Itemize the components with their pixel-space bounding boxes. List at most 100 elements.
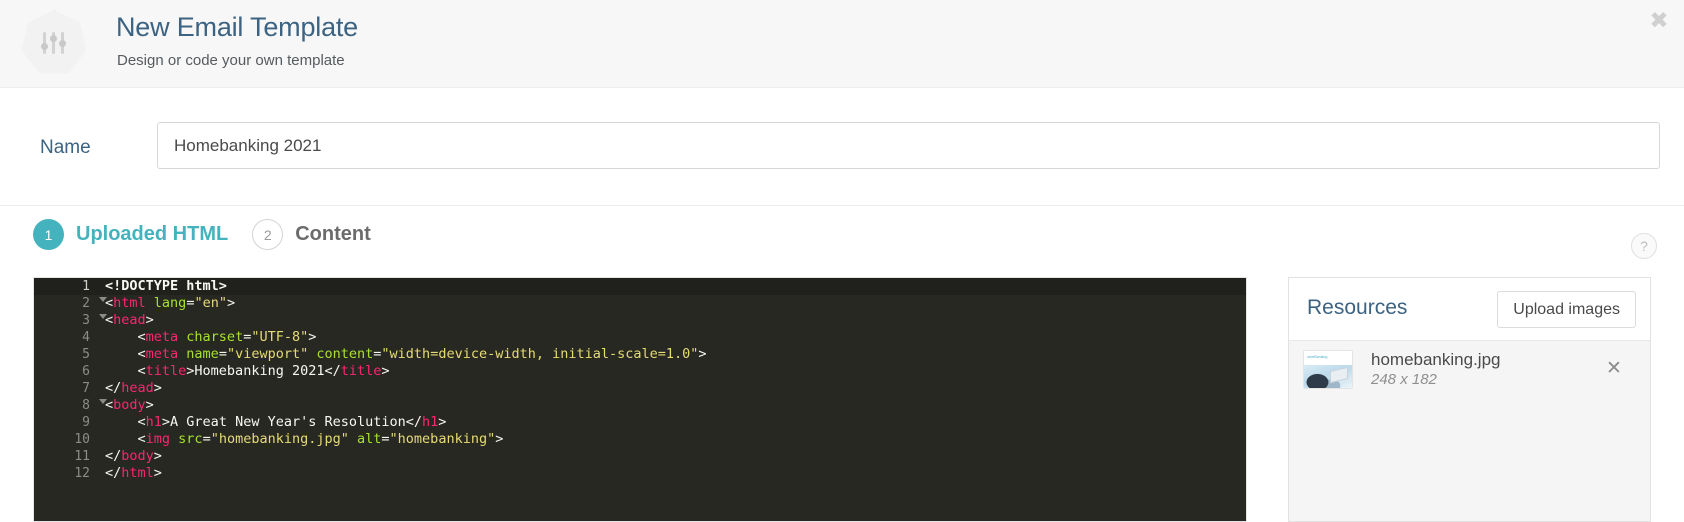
code-line[interactable]: 6 <title>Homebanking 2021</title> [34,363,1246,380]
tab-content[interactable]: 2 Content [252,219,371,250]
code-token: img [145,431,171,447]
code-token: head [113,312,146,328]
code-token: > [145,397,154,413]
code-token: meta [145,346,179,362]
resources-title: Resources [1307,296,1408,319]
code-token: > [438,414,447,430]
help-icon[interactable]: ? [1631,233,1657,259]
code-token: > [381,363,390,379]
line-number: 12 [74,466,90,481]
resources-panel: Resources Upload images omeBanking homeba… [1288,277,1651,522]
code-token: < [105,431,146,447]
code-token: = [381,431,390,447]
code-token: "en" [194,295,227,311]
step-label-1: Uploaded HTML [76,223,229,245]
html-code-editor[interactable]: 1 <!DOCTYPE html> 2 <html lang="en"> 3 <head>… [33,277,1247,522]
line-number: 9 [82,415,90,430]
code-token: > [698,346,707,362]
fold-arrow-icon[interactable] [99,399,107,404]
code-token: < [105,414,146,430]
code-token: "viewport" [226,346,309,362]
code-text: <head> [105,312,154,329]
code-token: > [226,295,236,311]
code-token: html [113,295,146,311]
code-token: html [121,465,154,481]
steps-bar: 1 Uploaded HTML 2 Content ? [0,207,1684,272]
close-icon[interactable]: ✖ [1646,7,1672,33]
tab-uploaded-html[interactable]: 1 Uploaded HTML [33,219,228,250]
code-line[interactable]: 11 </body> [34,448,1246,465]
code-text: <img src="homebanking.jpg" alt="homebank… [105,431,504,448]
code-line[interactable]: 3 <head> [34,312,1246,329]
code-line[interactable]: 10 <img src="homebanking.jpg" alt="homeb… [34,431,1246,448]
template-name-input[interactable] [157,122,1660,169]
code-token: < [105,329,146,345]
remove-resource-icon[interactable]: ✕ [1604,359,1624,379]
code-text: </body> [105,448,162,465]
code-token: charset [186,329,244,345]
code-token: "homebanking" [389,431,496,447]
name-row: Name [0,88,1684,206]
line-number: 7 [82,381,90,396]
code-line[interactable]: 7 </head> [34,380,1246,397]
code-token: </ [105,465,122,481]
code-text: <meta charset="UTF-8"> [105,329,317,346]
resource-filename: homebanking.jpg [1371,350,1501,369]
resource-list-item[interactable]: omeBanking homebanking.jpg 248 x 182 ✕ [1289,341,1650,398]
code-token: title [145,363,187,379]
fold-arrow-icon[interactable] [99,314,107,319]
code-token: alt [357,431,382,447]
code-token: h1 [145,414,162,430]
code-line[interactable]: 12 </html> [34,465,1246,482]
code-token: > [153,380,162,396]
fold-arrow-icon[interactable] [99,297,107,302]
code-token: head [121,380,154,396]
code-token: A Great New Year's Resolution [170,414,406,430]
code-token: "UTF-8" [251,329,309,345]
code-line[interactable]: 8 <body> [34,397,1246,414]
code-line[interactable]: 5 <meta name="viewport" content="width=d… [34,346,1246,363]
code-text: <h1>A Great New Year's Resolution</h1> [105,414,447,431]
code-text: <title>Homebanking 2021</title> [105,363,390,380]
code-token: > [161,414,171,430]
code-token: h1 [422,414,439,430]
code-token: > [308,329,317,345]
resource-dimensions: 248 x 182 [1371,371,1437,388]
code-token: = [202,431,211,447]
code-line[interactable]: 2 <html lang="en"> [34,295,1246,312]
line-number: 10 [74,432,90,447]
name-label: Name [40,137,91,158]
thumbnail-logo: omeBanking [1307,354,1328,359]
code-token: </ [105,448,122,464]
sliders-glyph [41,32,67,54]
code-token: body [113,397,146,413]
line-number: 11 [74,449,90,464]
page-subtitle: Design or code your own template [117,52,345,69]
line-number: 2 [34,295,107,312]
code-token: = [218,346,227,362]
code-line[interactable]: 1 <!DOCTYPE html> [34,278,1246,295]
code-token: > [495,431,504,447]
code-token: </ [405,414,423,430]
step-label-2: Content [295,223,371,245]
resources-list: omeBanking homebanking.jpg 248 x 182 ✕ [1289,341,1650,521]
resource-thumbnail: omeBanking [1303,350,1353,389]
code-token: Homebanking 2021 [194,363,325,379]
step-number-1: 1 [33,219,64,250]
code-line[interactable]: 4 <meta charset="UTF-8"> [34,329,1246,346]
step-list: 1 Uploaded HTML 2 Content [33,219,371,250]
code-text: <!DOCTYPE html> [105,278,227,295]
upload-images-button[interactable]: Upload images [1497,291,1636,328]
line-number: 1 [82,279,90,294]
code-line[interactable]: 9 <h1>A Great New Year's Resolution</h1> [34,414,1246,431]
app-header: New Email Template Design or code your o… [0,0,1684,88]
code-token: "width=device-width, initial-scale=1.0" [381,346,699,362]
code-token: src [178,431,203,447]
code-token: "homebanking.jpg" [210,431,349,447]
code-text: </head> [105,380,162,397]
line-number: 8 [34,397,107,414]
code-token: <!DOCTYPE html> [105,278,227,294]
